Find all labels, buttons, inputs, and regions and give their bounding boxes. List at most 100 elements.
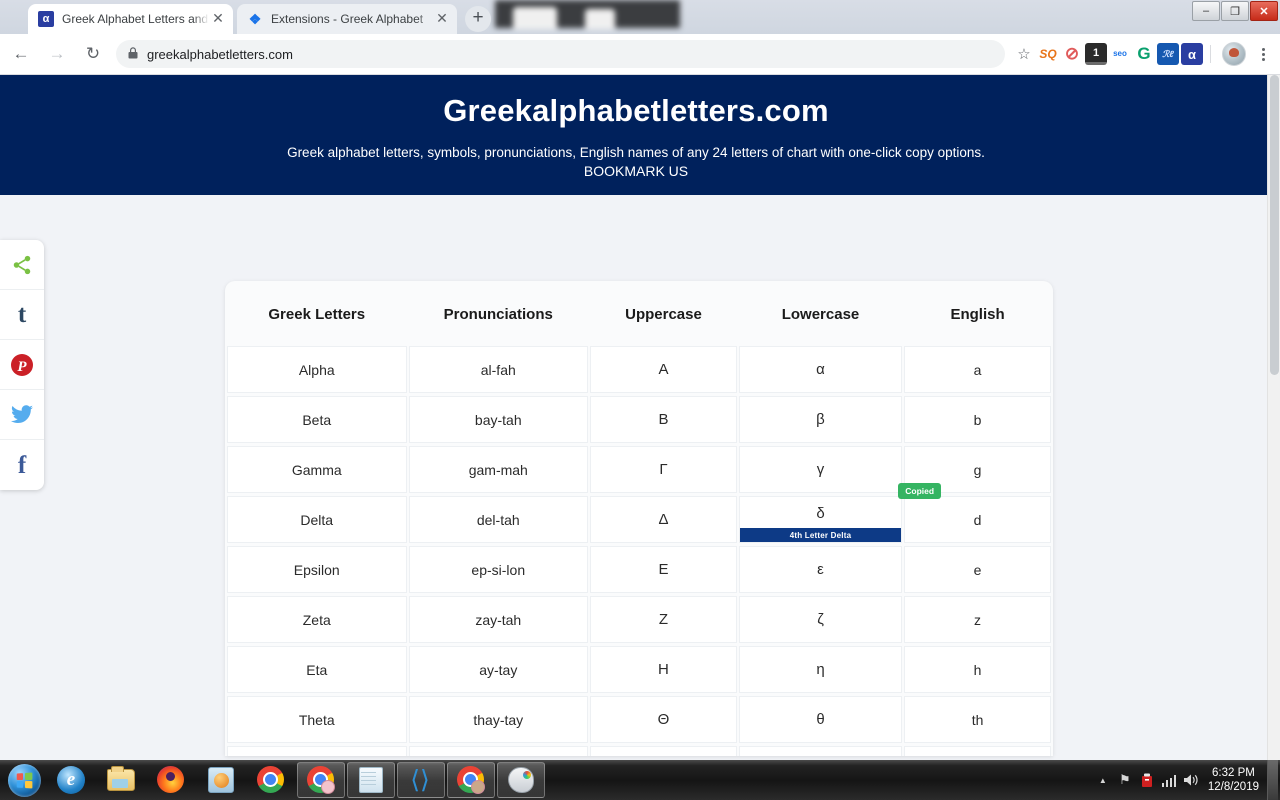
back-icon[interactable]: ← [6,39,36,69]
cell-letter-name[interactable]: Gamma [227,446,407,493]
close-window-button[interactable]: ✕ [1250,1,1278,21]
cell-pronunciation[interactable]: zay-tah [408,596,589,643]
squarespace-extension-icon[interactable]: SQ [1037,43,1059,65]
blue-script-extension-icon[interactable]: ℛℓ [1157,43,1179,65]
network-signal-icon[interactable] [1158,774,1180,787]
cell-uppercase[interactable]: Ε [590,546,737,593]
onenote-clipper-extension-icon[interactable]: 1 [1085,43,1107,65]
browser-tab-greek-alphabet[interactable]: α Greek Alphabet Letters and Sy ✕ [28,4,233,34]
page-scrollbar[interactable] [1267,75,1280,760]
maximize-button[interactable]: ❐ [1221,1,1249,21]
cell-lowercase[interactable]: γ [738,446,903,493]
cell-uppercase[interactable]: Ι [590,746,737,756]
taskbar-firefox[interactable] [147,762,195,798]
cell-english[interactable]: z [904,596,1051,643]
cell-lowercase[interactable]: α [738,346,903,393]
taskbar-clock[interactable]: 6:32 PM 12/8/2019 [1202,766,1267,794]
cell-uppercase[interactable]: Θ [590,696,737,743]
facebook-icon[interactable]: f [0,440,44,490]
cell-letter-name[interactable]: Zeta [227,596,407,643]
cell-uppercase[interactable]: Β [590,396,737,443]
reload-icon[interactable]: ↻ [78,39,108,69]
puzzle-piece-icon: ❖ [248,10,262,27]
twitter-icon[interactable] [0,390,44,440]
column-header-pronunciations: Pronunciations [443,306,553,323]
cell-caption: 4th Letter Delta [739,528,902,542]
cell-letter-name[interactable]: Beta [227,396,407,443]
browser-tab-extensions[interactable]: ❖ Extensions - Greek Alphabet ✕ [237,4,457,34]
pinterest-icon[interactable]: P [0,340,44,390]
cell-pronunciation[interactable]: bay-tah [408,396,589,443]
cell-pronunciation[interactable]: gam-mah [408,446,589,493]
grammarly-extension-icon[interactable]: G [1133,43,1155,65]
address-bar[interactable]: greekalphabetletters.com [116,40,1005,68]
cell-english[interactable]: i [904,746,1051,756]
taskbar-notepad[interactable] [347,762,395,798]
tray-expand-icon[interactable]: ▲ [1092,776,1114,785]
alpha-icon: α [38,11,54,27]
cell-letter-name[interactable]: Delta [227,496,407,543]
cell-english[interactable]: e [904,546,1051,593]
cell-letter-name[interactable]: Iota [227,746,407,756]
cell-english[interactable]: a [904,346,1051,393]
cell-uppercase[interactable]: Η [590,646,737,693]
cell-pronunciation[interactable]: del-tah [408,496,589,543]
alpha-extension-icon[interactable]: α [1181,43,1203,65]
cell-lowercase[interactable]: θ [738,696,903,743]
close-icon[interactable]: ✕ [209,10,227,28]
adblock-extension-icon[interactable]: ⊘ [1061,43,1083,65]
cell-lowercase[interactable]: ε [738,546,903,593]
cell-lowercase-delta-selected[interactable]: δ 4th Letter Delta Copied [738,483,942,543]
bookmark-star-icon[interactable]: ☆ [1011,41,1037,67]
taskbar-media-player[interactable] [197,762,245,798]
new-tab-button[interactable]: + [465,6,491,32]
taskbar-windows-explorer[interactable] [97,762,145,798]
tumblr-icon[interactable]: t [0,290,44,340]
cell-english[interactable]: th [904,696,1051,743]
taskbar-paint[interactable] [497,762,545,798]
cell-letter-name[interactable]: Theta [227,696,407,743]
cell-pronunciation[interactable]: eye-o-tah [408,746,589,756]
column-header-uppercase: Uppercase [625,306,702,323]
forward-icon[interactable]: → [42,39,72,69]
cell-letter-name[interactable]: Eta [227,646,407,693]
bookmark-us-text: BOOKMARK US [583,163,689,179]
taskbar-chrome-window-2[interactable] [447,762,495,798]
taskbar-chrome-window[interactable] [297,762,345,798]
cell-english[interactable]: h [904,646,1051,693]
start-button[interactable] [2,762,46,798]
avatar[interactable] [1222,42,1246,66]
table-row: Beta bay-tah Β β b [227,396,1051,443]
seo-extension-icon[interactable]: seo [1109,43,1131,65]
cell-english[interactable]: d [904,496,1051,543]
taskbar-chrome[interactable] [247,762,295,798]
cell-pronunciation[interactable]: thay-tay [408,696,589,743]
cell-uppercase[interactable]: Γ [590,446,737,493]
cell-lowercase[interactable]: β [738,396,903,443]
cell-lowercase[interactable]: η [738,646,903,693]
chrome-menu-icon[interactable] [1252,41,1274,67]
cell-uppercase[interactable]: Α [590,346,737,393]
action-center-flag-icon[interactable]: ⚑ [1114,772,1136,788]
lock-icon [128,46,138,62]
volume-icon[interactable] [1180,773,1202,787]
show-desktop-button[interactable] [1267,760,1278,800]
cell-lowercase[interactable]: ι [738,746,903,756]
cell-pronunciation[interactable]: ay-tay [408,646,589,693]
taskbar-internet-explorer[interactable]: e [47,762,95,798]
cell-pronunciation[interactable]: ep-si-lon [408,546,589,593]
antivirus-icon[interactable] [1136,773,1158,788]
scrollbar-thumb[interactable] [1270,75,1279,375]
cell-english[interactable]: b [904,396,1051,443]
cell-lowercase[interactable]: ζ [738,596,903,643]
cell-uppercase[interactable]: Δ [590,496,737,543]
minimize-button[interactable]: – [1192,1,1220,21]
taskbar-visual-studio-code[interactable]: ⟨⟩ [397,762,445,798]
close-icon[interactable]: ✕ [433,10,451,28]
cell-letter-name[interactable]: Epsilon [227,546,407,593]
cell-letter-name[interactable]: Alpha [227,346,407,393]
column-header-greek-letters: Greek Letters [268,306,366,323]
share-icon[interactable] [0,240,44,290]
cell-pronunciation[interactable]: al-fah [408,346,589,393]
cell-uppercase[interactable]: Ζ [590,596,737,643]
